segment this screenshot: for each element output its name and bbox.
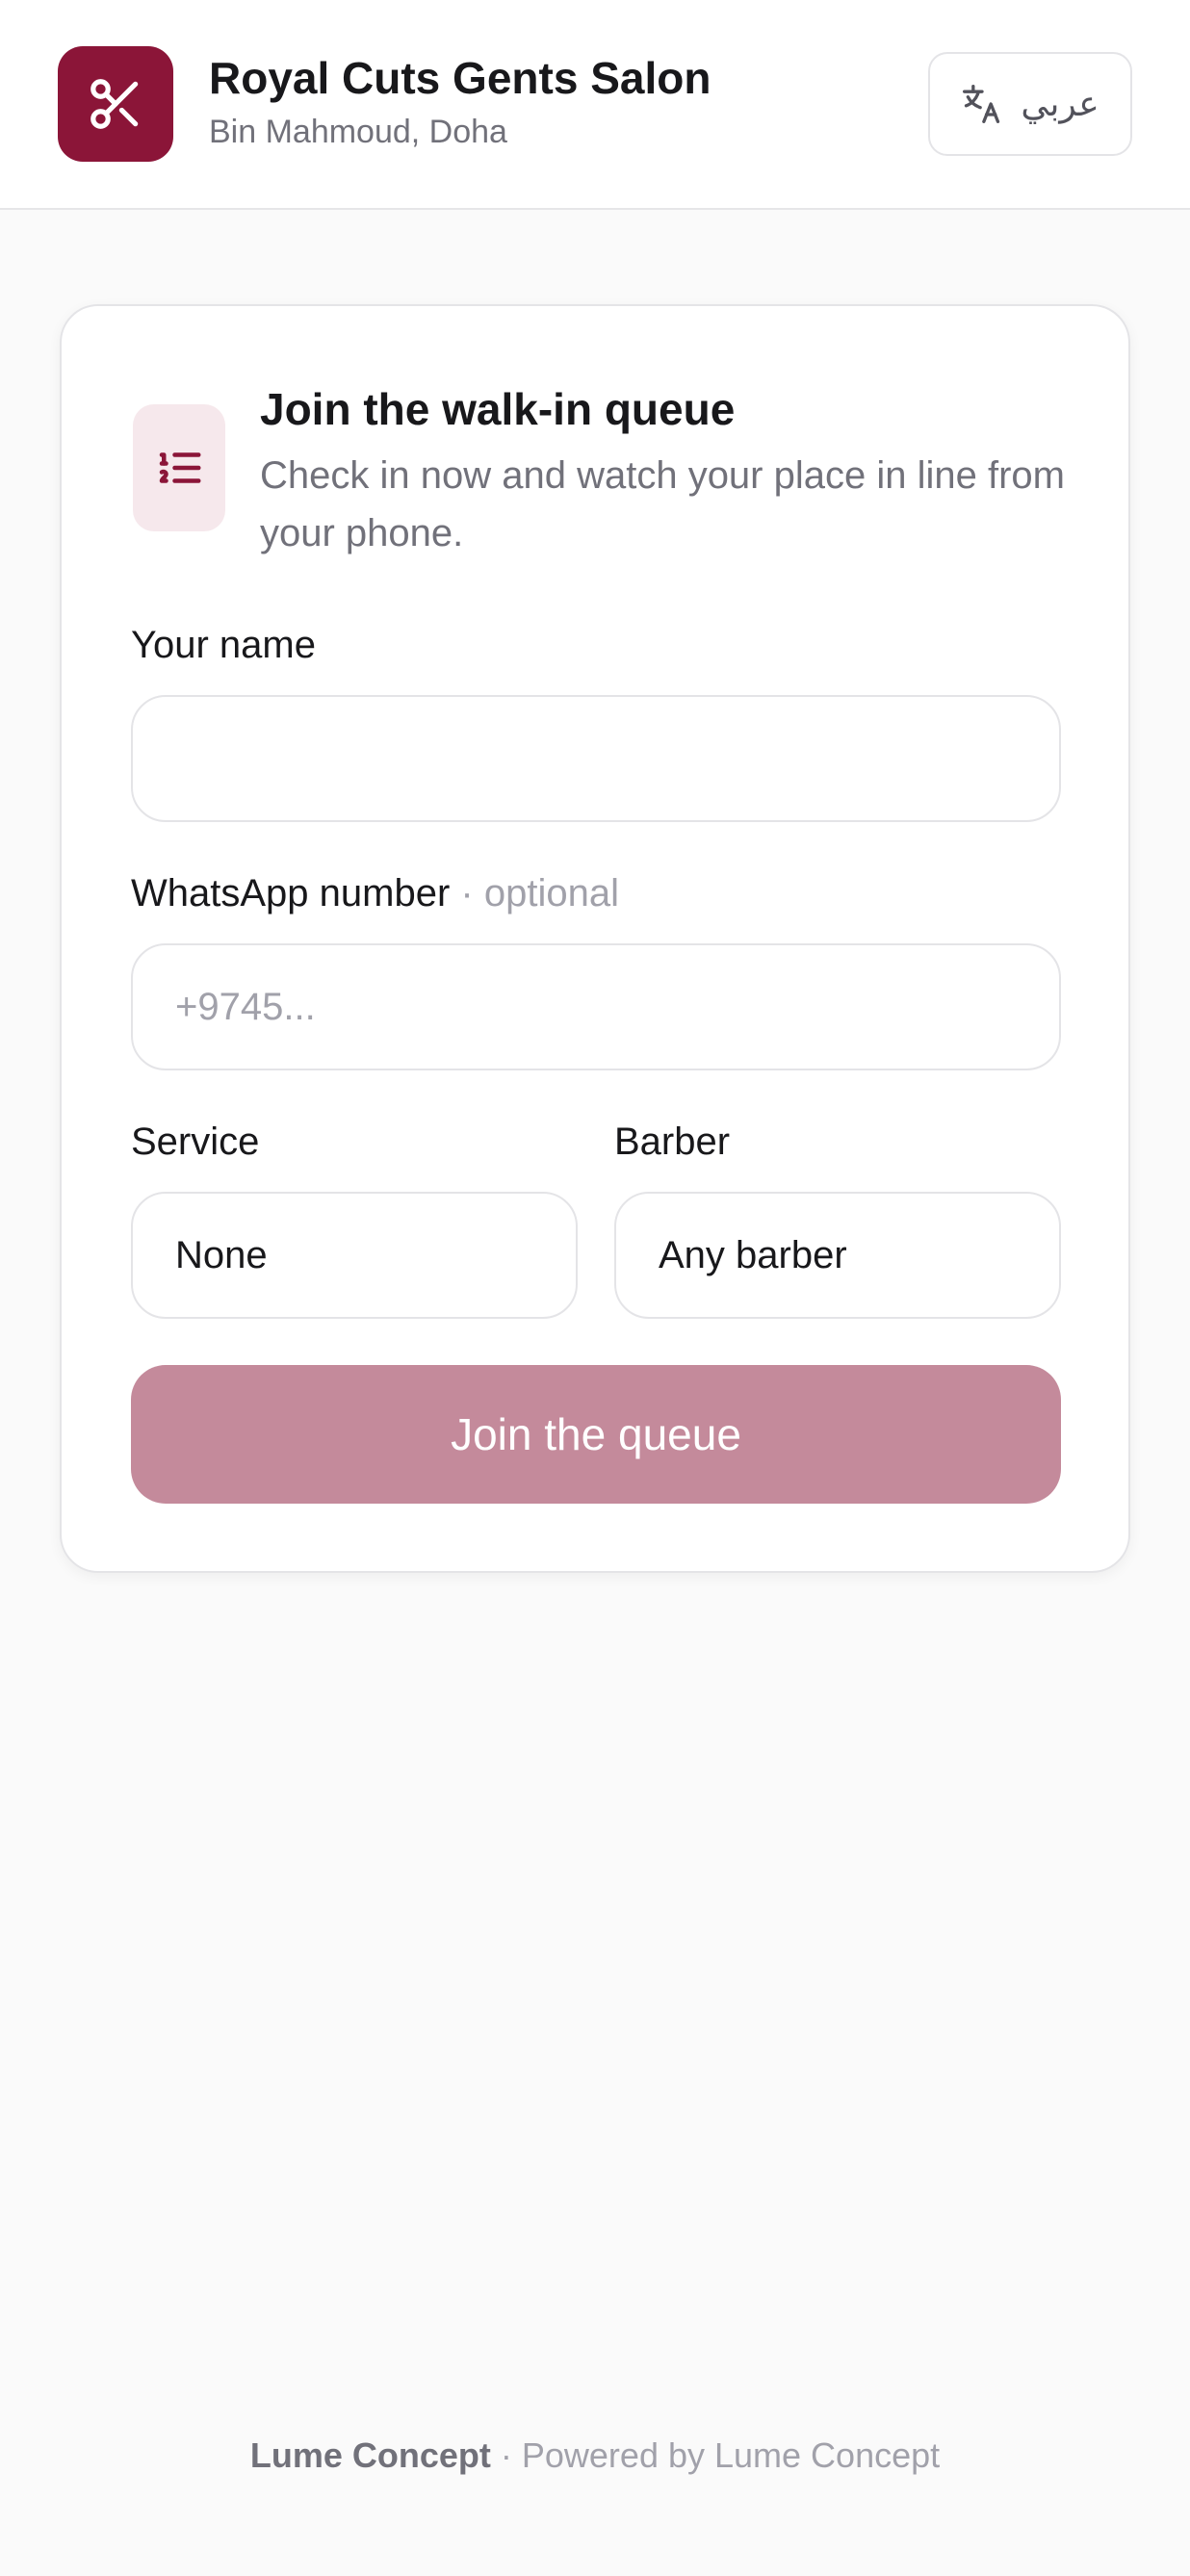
language-toggle-button[interactable]: عربي <box>928 52 1132 156</box>
scissors-icon <box>91 79 139 129</box>
numbered-list-icon <box>159 452 201 483</box>
salon-logo <box>58 46 173 162</box>
service-label: Service <box>131 1121 260 1163</box>
whatsapp-label-text: WhatsApp number <box>131 872 451 914</box>
whatsapp-input[interactable] <box>131 943 1061 1070</box>
name-label: Your name <box>131 624 316 666</box>
queue-form-card: Join the walk-in queue Check in now and … <box>60 304 1130 1573</box>
footer-brand: Lume Concept <box>249 2435 491 2475</box>
barber-selected-value: Any barber <box>659 1233 847 1276</box>
form-subtitle: Check in now and watch your place in lin… <box>260 454 1065 554</box>
join-queue-button[interactable]: Join the queue <box>131 1365 1061 1504</box>
barber-select[interactable]: Any barber <box>614 1192 1061 1319</box>
barber-label: Barber <box>614 1121 731 1163</box>
salon-location: Bin Mahmoud, Doha <box>209 114 507 150</box>
name-input[interactable] <box>131 695 1061 822</box>
queue-icon-badge <box>133 404 225 531</box>
language-toggle-label: عربي <box>1021 84 1099 123</box>
translate-icon <box>963 85 1000 123</box>
whatsapp-label: WhatsApp number · optional <box>131 872 619 915</box>
service-selected-value: None <box>175 1233 268 1276</box>
optional-tag: · optional <box>460 872 619 914</box>
app-header: Royal Cuts Gents Salon Bin Mahmoud, Doha… <box>0 0 1190 210</box>
footer-powered-by: · Powered by Lume Concept <box>500 2435 941 2475</box>
footer: Lume Concept · Powered by Lume Concept <box>0 2435 1190 2476</box>
salon-name: Royal Cuts Gents Salon <box>209 53 711 103</box>
form-title: Join the walk-in queue <box>260 384 736 434</box>
service-select[interactable]: None <box>131 1192 578 1319</box>
